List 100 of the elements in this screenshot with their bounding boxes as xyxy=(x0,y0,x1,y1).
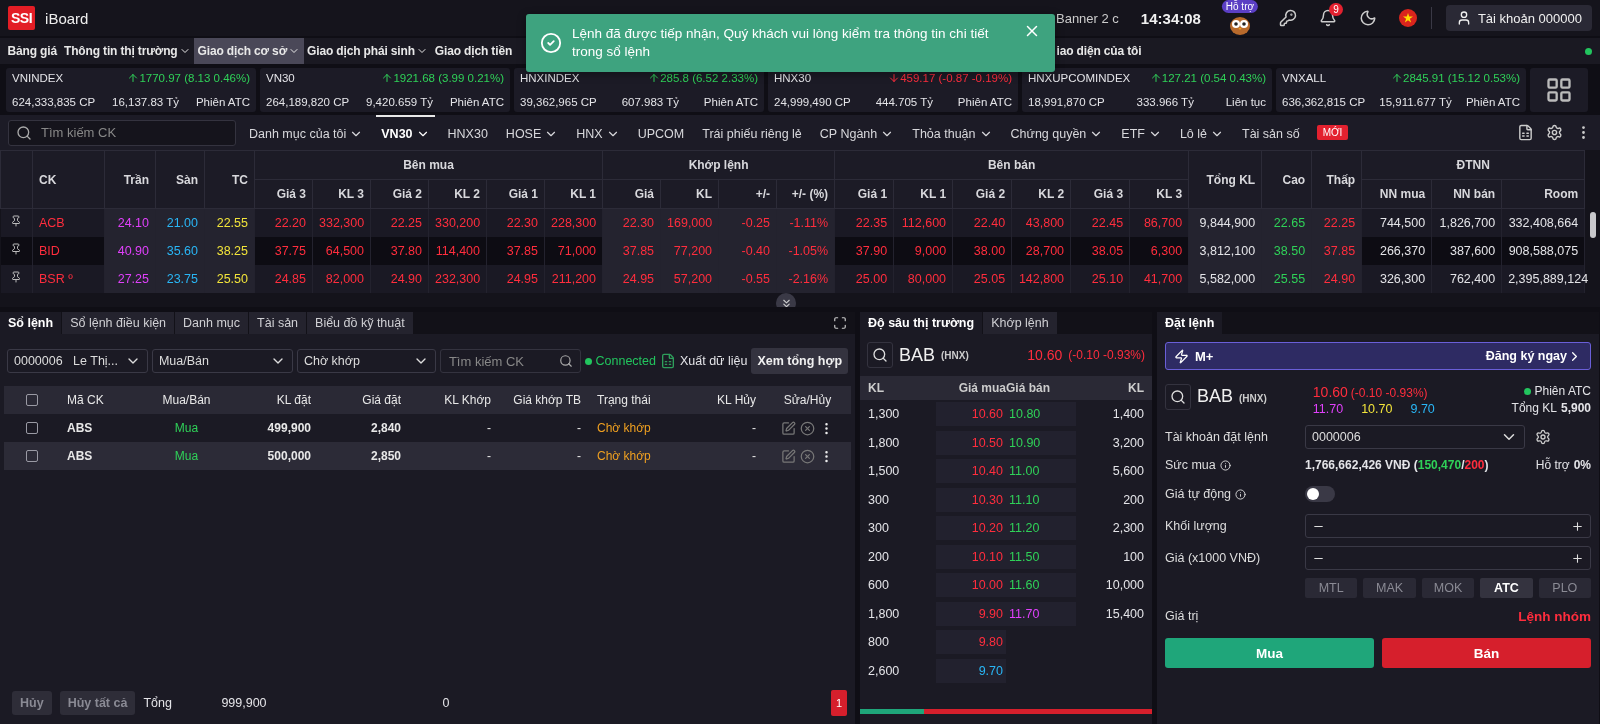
market-tab[interactable]: HNX xyxy=(571,115,625,150)
plus-icon[interactable] xyxy=(1571,519,1584,533)
pin-icon[interactable] xyxy=(10,215,23,228)
moon-icon[interactable] xyxy=(1358,9,1377,27)
index-change: 127.21 (0.54 0.43%) xyxy=(1161,72,1266,84)
group-order-link[interactable]: Lệnh nhóm xyxy=(1518,608,1591,624)
ask-volume: 5,600 xyxy=(1111,464,1144,479)
symbol-cell[interactable]: BSR º xyxy=(39,271,73,286)
market-tab[interactable]: CP Ngành xyxy=(814,115,900,150)
column-group-header: ĐTNN xyxy=(1361,150,1585,180)
market-tab[interactable]: HOSE xyxy=(500,115,564,150)
scrollbar[interactable] xyxy=(1590,212,1596,238)
nav-item[interactable]: Bảng giá xyxy=(4,38,61,64)
promo-title: M+ xyxy=(1195,348,1214,364)
panel-tab[interactable]: Khớp lệnh xyxy=(983,312,1058,334)
quantity-field[interactable] xyxy=(1305,514,1591,538)
index-volume: 264,189,820 CP xyxy=(266,96,350,108)
market-tab[interactable]: HNX30 xyxy=(442,115,493,150)
pin-icon[interactable] xyxy=(10,271,23,283)
bid-price: 9.90 xyxy=(978,606,1003,621)
cancel-icon[interactable] xyxy=(800,448,815,464)
panel-tab[interactable]: Biểu đồ kỹ thuật xyxy=(307,312,414,334)
session-label: Phiên ATC xyxy=(1534,384,1591,398)
bid-volume: 1,300 xyxy=(868,407,901,422)
panel-tab[interactable]: Độ sâu thị trường xyxy=(860,312,984,334)
market-tab[interactable]: ETF xyxy=(1116,115,1167,150)
settings-icon[interactable] xyxy=(1535,429,1551,445)
nav-item[interactable]: Giao dịch cơ sở xyxy=(194,38,304,64)
table-cell: 330,200 xyxy=(435,215,481,230)
export-link[interactable]: Xuất dữ liệu xyxy=(680,354,748,368)
page-number[interactable]: 1 xyxy=(830,690,847,716)
flag-icon[interactable] xyxy=(1398,9,1417,27)
edit-icon[interactable] xyxy=(781,448,796,464)
cancel-icon[interactable] xyxy=(800,420,815,436)
search-field[interactable]: Tìm kiếm CK xyxy=(439,349,581,373)
promo-banner[interactable]: M+ Đăng ký ngay xyxy=(1165,342,1591,370)
table-cell: 22.30 xyxy=(506,215,538,230)
index-value: 9,420.659 Tỷ xyxy=(366,96,433,108)
account-button[interactable]: Tài khoản 000000 xyxy=(1445,5,1592,31)
search-field[interactable]: Tìm kiếm CK xyxy=(8,119,236,146)
nav-item[interactable]: Thông tin thị trường xyxy=(60,38,194,64)
settings-icon[interactable] xyxy=(1546,124,1563,141)
index-card[interactable]: VNINDEX 1770.97 (8.13 0.46%) 624,333,835 CP 16,137.83 Tỷ Phiên ATC xyxy=(6,68,256,112)
logo[interactable]: SSI xyxy=(8,6,36,30)
panel-tab[interactable]: Sổ lệnh điều kiện xyxy=(62,312,176,334)
market-tab[interactable]: Chứng quyền xyxy=(1005,115,1109,150)
status-select[interactable]: Chờ khớp xyxy=(296,349,436,373)
cancel-all-button[interactable]: Hủy tất cả xyxy=(59,691,136,715)
order-type-button[interactable]: MOK xyxy=(1421,578,1475,598)
index-card[interactable]: HNXUPCOMINDEX 127.21 (0.54 0.43%) 18,991,870 CP 333.966 Tỷ Liên tục xyxy=(1022,68,1272,112)
summary-button[interactable]: Xem tổng hợp xyxy=(751,348,848,374)
spreadsheet-icon[interactable] xyxy=(1517,124,1534,141)
symbol-cell[interactable]: BID xyxy=(39,243,60,258)
index-card[interactable]: VNXALL 2845.91 (15.12 0.53%) 636,362,815 CP 15,911.677 Tỷ Phiên ATC xyxy=(1276,68,1526,112)
symbol-cell[interactable]: ACB xyxy=(39,215,65,230)
panel-tab[interactable]: Danh mục xyxy=(175,312,250,334)
price-field[interactable] xyxy=(1305,546,1591,570)
search-button[interactable] xyxy=(867,342,893,368)
index-name: HNXUPCOMINDEX xyxy=(1028,72,1131,84)
index-card[interactable]: VN30 1921.68 (3.99 0.21%) 264,189,820 CP 9,420.659 Tỷ Phiên ATC xyxy=(260,68,510,112)
owl-mascot-icon[interactable] xyxy=(1228,15,1251,35)
index-card[interactable]: HNXINDEX 285.8 (6.52 2.33%) 39,362,965 CP 607.983 Tỷ Phiên ATC xyxy=(514,68,764,112)
market-tab[interactable]: UPCOM xyxy=(632,115,690,150)
market-tab[interactable]: Danh mục của tôi xyxy=(244,115,369,150)
nav-item[interactable]: iao diện của tôi xyxy=(1053,38,1145,64)
checkbox[interactable] xyxy=(25,394,38,406)
search-button[interactable] xyxy=(1165,384,1191,410)
panel-tab[interactable]: Sổ lệnh xyxy=(0,312,63,334)
ask-volume: 3,200 xyxy=(1111,435,1144,450)
nav-item[interactable]: Giao dịch tiền xyxy=(431,38,516,64)
order-type-button[interactable]: ATC xyxy=(1480,578,1533,598)
side-select[interactable]: Mua/Bán xyxy=(151,349,293,373)
panel-tab[interactable]: Đặt lệnh xyxy=(1157,312,1224,334)
edit-icon[interactable] xyxy=(781,420,796,436)
fullscreen-icon[interactable] xyxy=(833,316,847,330)
column-header: Giá đặt xyxy=(361,393,402,407)
order-type-button[interactable]: PLO xyxy=(1538,578,1592,598)
checkbox[interactable] xyxy=(25,422,38,434)
market-tab[interactable]: Thỏa thuận xyxy=(907,115,998,150)
nav-item[interactable]: Giao dịch phái sinh xyxy=(303,38,432,64)
scroll-down-button[interactable] xyxy=(776,293,796,307)
checkbox[interactable] xyxy=(25,450,38,462)
account-select[interactable]: 0000006 xyxy=(1305,425,1525,449)
plus-icon[interactable] xyxy=(1571,551,1584,565)
support-badge[interactable]: Hỗ trợ xyxy=(1221,0,1258,13)
toggle-switch[interactable] xyxy=(1305,486,1335,502)
market-tab[interactable]: Lô lẻ xyxy=(1174,115,1230,150)
key-icon[interactable] xyxy=(1278,9,1297,27)
table-cell: 71,000 xyxy=(557,243,597,258)
market-tab[interactable]: Tài sản số xyxy=(1237,115,1305,150)
pin-icon[interactable] xyxy=(10,243,23,255)
layout-button[interactable] xyxy=(1530,68,1588,112)
market-tab[interactable]: Trái phiếu riêng lẻ xyxy=(697,115,807,150)
panel-tab[interactable]: Tài sản xyxy=(249,312,308,334)
order-type-button[interactable]: MAK xyxy=(1363,578,1416,598)
register-link[interactable]: Đăng ký ngay xyxy=(1485,349,1567,363)
account-select[interactable]: 0000006 Le Thị... xyxy=(7,349,148,373)
cancel-button[interactable]: Hủy xyxy=(12,691,52,715)
sell-button[interactable]: Bán xyxy=(1382,638,1591,668)
order-type-button[interactable]: MTL xyxy=(1305,578,1358,598)
